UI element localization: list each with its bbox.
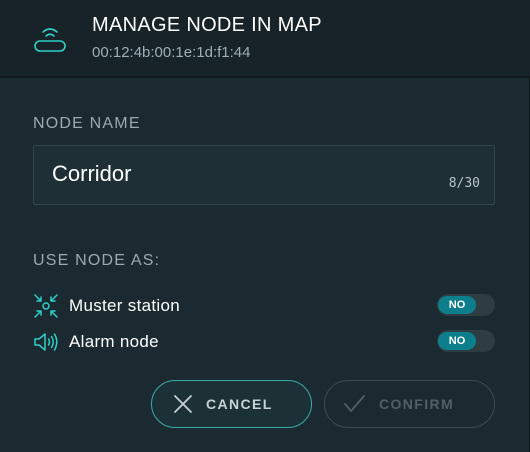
muster-station-toggle-state: NO: [438, 296, 476, 314]
node-name-input[interactable]: Corridor 8/30: [33, 145, 495, 205]
dialog-title: MANAGE NODE IN MAP: [92, 14, 322, 36]
speaker-icon: [34, 333, 58, 351]
confirm-button-label: CONFIRM: [379, 396, 455, 412]
alarm-node-label: Alarm node: [69, 332, 159, 351]
node-name-value[interactable]: Corridor: [52, 161, 131, 187]
muster-station-icon: [34, 294, 58, 318]
character-counter: 8/30: [448, 176, 480, 191]
dialog-header: MANAGE NODE IN MAP 00:12:4b:00:1e:1d:f1:…: [0, 0, 530, 78]
cancel-button[interactable]: CANCEL: [151, 380, 312, 428]
use-node-as-label: USE NODE AS:: [33, 252, 161, 269]
muster-station-toggle[interactable]: NO: [437, 294, 495, 316]
alarm-node-toggle-state: NO: [438, 332, 476, 350]
checkmark-icon: [344, 395, 365, 412]
wireless-node-icon: [34, 28, 66, 52]
confirm-button[interactable]: CONFIRM: [324, 380, 495, 428]
option-alarm-node: Alarm node NO: [33, 328, 495, 356]
alarm-node-toggle[interactable]: NO: [437, 330, 495, 352]
node-name-label: NODE NAME: [33, 115, 141, 132]
cancel-button-label: CANCEL: [206, 396, 273, 412]
node-mac-address: 00:12:4b:00:1e:1d:f1:44: [92, 44, 251, 61]
manage-node-dialog: MANAGE NODE IN MAP 00:12:4b:00:1e:1d:f1:…: [0, 0, 530, 452]
option-muster-station: Muster station NO: [33, 292, 495, 320]
muster-station-label: Muster station: [69, 296, 180, 315]
close-icon: [174, 395, 192, 413]
